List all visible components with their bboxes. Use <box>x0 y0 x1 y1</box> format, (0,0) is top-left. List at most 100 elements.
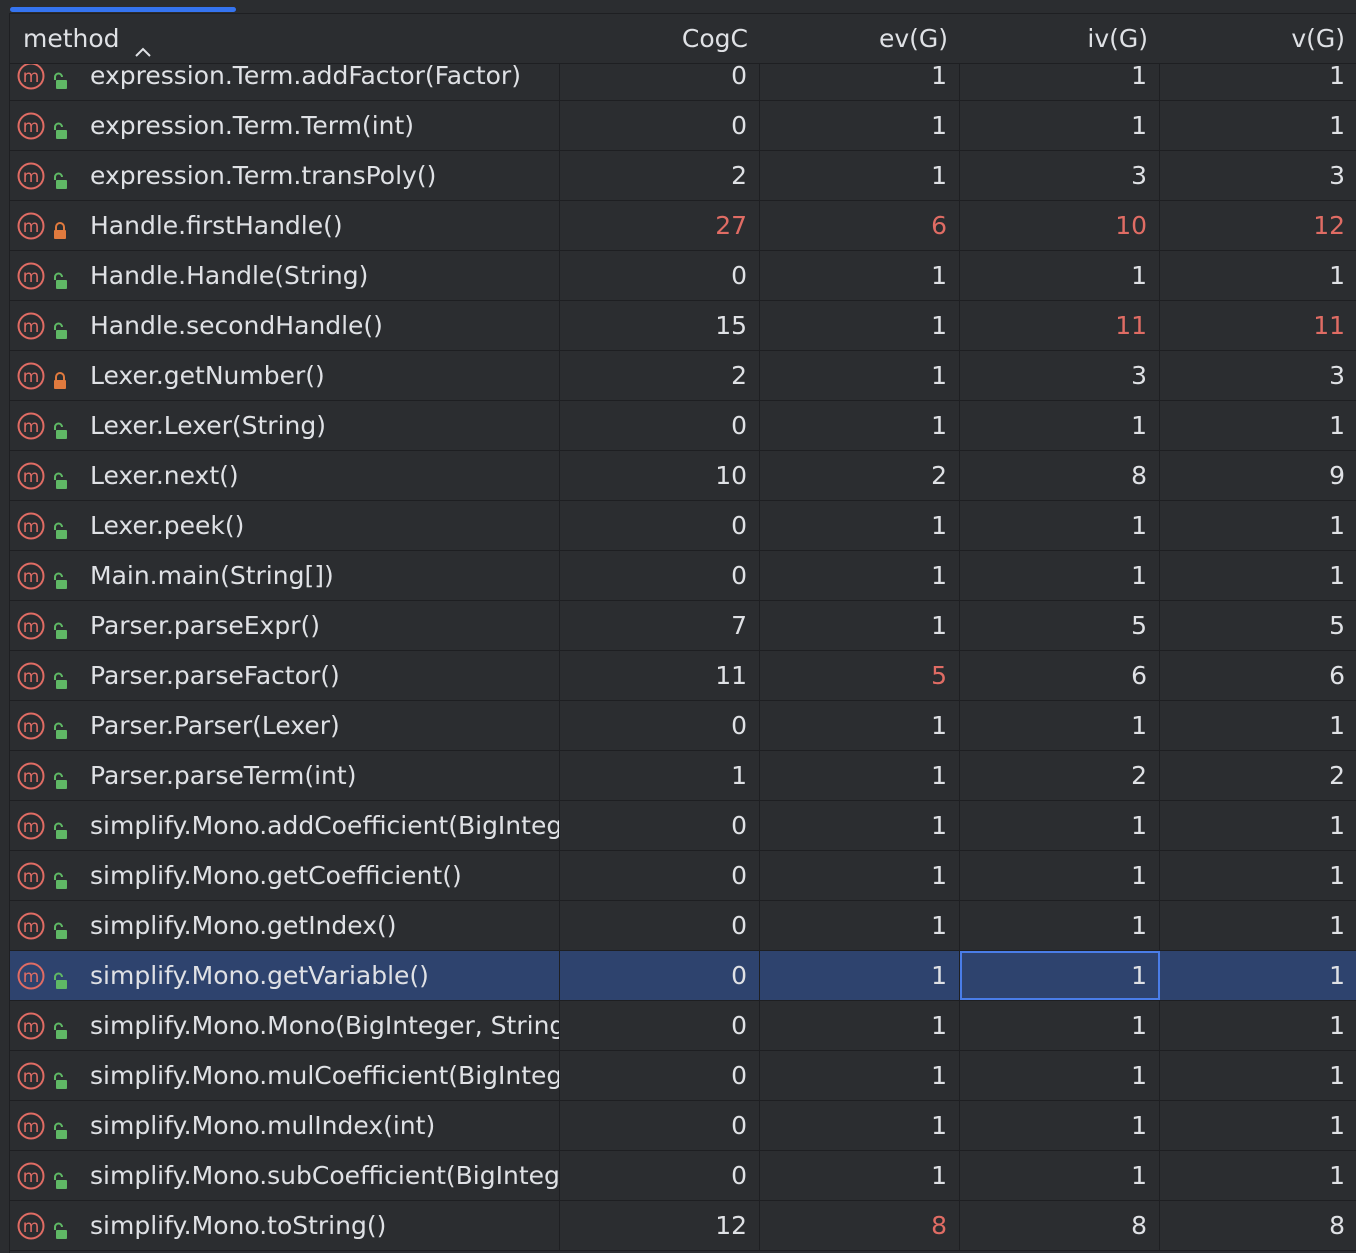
evg-cell[interactable]: 1 <box>760 801 960 850</box>
vg-cell[interactable]: 1 <box>1160 251 1356 300</box>
column-header-method[interactable]: method <box>10 14 560 63</box>
table-row[interactable]: m Handle.secondHandle() 15 1 11 11 <box>10 301 1356 351</box>
table-row[interactable]: m simplify.Mono.getVariable() 0 1 1 1 <box>10 951 1356 1001</box>
evg-cell[interactable]: 5 <box>760 651 960 700</box>
vg-cell[interactable]: 11 <box>1160 301 1356 350</box>
ivg-cell[interactable]: 10 <box>960 201 1160 250</box>
cogc-cell[interactable]: 7 <box>560 601 760 650</box>
cogc-cell[interactable]: 0 <box>560 1101 760 1150</box>
ivg-cell[interactable]: 3 <box>960 351 1160 400</box>
cogc-cell[interactable]: 0 <box>560 801 760 850</box>
vg-cell[interactable]: 1 <box>1160 1001 1356 1050</box>
evg-cell[interactable]: 1 <box>760 151 960 200</box>
method-cell[interactable]: m simplify.Mono.toString() <box>10 1201 560 1250</box>
table-row[interactable]: m Handle.Handle(String) 0 1 1 1 <box>10 251 1356 301</box>
table-row[interactable]: m simplify.Mono.getIndex() 0 1 1 1 <box>10 901 1356 951</box>
vg-cell[interactable]: 1 <box>1160 801 1356 850</box>
cogc-cell[interactable]: 0 <box>560 551 760 600</box>
cogc-cell[interactable]: 2 <box>560 151 760 200</box>
vg-cell[interactable]: 1 <box>1160 901 1356 950</box>
method-cell[interactable]: m Lexer.getNumber() <box>10 351 560 400</box>
cogc-cell[interactable]: 0 <box>560 251 760 300</box>
ivg-cell[interactable]: 1 <box>960 851 1160 900</box>
vg-cell[interactable]: 2 <box>1160 751 1356 800</box>
method-cell[interactable]: m Handle.secondHandle() <box>10 301 560 350</box>
vg-cell[interactable]: 8 <box>1160 1201 1356 1250</box>
evg-cell[interactable]: 1 <box>760 901 960 950</box>
vg-cell[interactable]: 3 <box>1160 151 1356 200</box>
table-row[interactable]: m simplify.Mono.subCoefficient(BigInteg 0 1… <box>10 1151 1356 1201</box>
cogc-cell[interactable]: 0 <box>560 851 760 900</box>
evg-cell[interactable]: 1 <box>760 1001 960 1050</box>
ivg-cell[interactable]: 1 <box>960 401 1160 450</box>
method-cell[interactable]: m simplify.Mono.getCoefficient() <box>10 851 560 900</box>
method-cell[interactable]: m simplify.Mono.mulIndex(int) <box>10 1101 560 1150</box>
evg-cell[interactable]: 1 <box>760 951 960 1000</box>
vg-cell[interactable]: 1 <box>1160 551 1356 600</box>
method-cell[interactable]: m Lexer.peek() <box>10 501 560 550</box>
vg-cell[interactable]: 1 <box>1160 851 1356 900</box>
cogc-cell[interactable]: 1 <box>560 751 760 800</box>
ivg-cell[interactable]: 1 <box>960 551 1160 600</box>
cogc-cell[interactable]: 15 <box>560 301 760 350</box>
evg-cell[interactable]: 2 <box>760 451 960 500</box>
table-row[interactable]: m Parser.Parser(Lexer) 0 1 1 1 <box>10 701 1356 751</box>
evg-cell[interactable]: 1 <box>760 751 960 800</box>
cogc-cell[interactable]: 2 <box>560 351 760 400</box>
column-header-evg[interactable]: ev(G) <box>760 14 960 63</box>
evg-cell[interactable]: 1 <box>760 601 960 650</box>
vg-cell[interactable]: 1 <box>1160 1151 1356 1200</box>
cogc-cell[interactable]: 0 <box>560 501 760 550</box>
method-cell[interactable]: m Parser.Parser(Lexer) <box>10 701 560 750</box>
method-cell[interactable]: m simplify.Mono.getIndex() <box>10 901 560 950</box>
cogc-cell[interactable]: 12 <box>560 1201 760 1250</box>
method-cell[interactable]: m simplify.Mono.Mono(BigInteger, String <box>10 1001 560 1050</box>
table-row[interactable]: m Lexer.peek() 0 1 1 1 <box>10 501 1356 551</box>
method-cell[interactable]: m simplify.Mono.getVariable() <box>10 951 560 1000</box>
ivg-cell[interactable]: 1 <box>960 501 1160 550</box>
method-cell[interactable]: m simplify.Mono.addCoefficient(BigInteg <box>10 801 560 850</box>
table-row[interactable]: m Handle.firstHandle() 27 6 10 12 <box>10 201 1356 251</box>
evg-cell[interactable]: 1 <box>760 701 960 750</box>
evg-cell[interactable]: 1 <box>760 851 960 900</box>
vg-cell[interactable]: 3 <box>1160 351 1356 400</box>
method-cell[interactable]: m Parser.parseExpr() <box>10 601 560 650</box>
method-cell[interactable]: m Parser.parseFactor() <box>10 651 560 700</box>
method-cell[interactable]: m Handle.Handle(String) <box>10 251 560 300</box>
ivg-cell[interactable]: 2 <box>960 751 1160 800</box>
table-row[interactable]: m Main.main(String[]) 0 1 1 1 <box>10 551 1356 601</box>
table-row[interactable]: m Lexer.getNumber() 2 1 3 3 <box>10 351 1356 401</box>
cogc-cell[interactable]: 0 <box>560 951 760 1000</box>
table-row[interactable]: m simplify.Mono.mulIndex(int) 0 1 1 1 <box>10 1101 1356 1151</box>
table-row[interactable]: m simplify.Mono.toString() 12 8 8 8 <box>10 1201 1356 1251</box>
ivg-cell[interactable]: 6 <box>960 651 1160 700</box>
evg-cell[interactable]: 1 <box>760 1051 960 1100</box>
evg-cell[interactable]: 1 <box>760 101 960 150</box>
ivg-cell[interactable]: 8 <box>960 1201 1160 1250</box>
ivg-cell[interactable]: 1 <box>960 251 1160 300</box>
ivg-cell[interactable]: 1 <box>960 901 1160 950</box>
cogc-cell[interactable]: 27 <box>560 201 760 250</box>
column-header-vg[interactable]: v(G) <box>1160 14 1356 63</box>
method-cell[interactable]: m Main.main(String[]) <box>10 551 560 600</box>
ivg-cell[interactable]: 1 <box>960 101 1160 150</box>
method-cell[interactable]: m Parser.parseTerm(int) <box>10 751 560 800</box>
ivg-cell[interactable]: 5 <box>960 601 1160 650</box>
table-row[interactable]: m Lexer.next() 10 2 8 9 <box>10 451 1356 501</box>
method-cell[interactable]: m expression.Term.Term(int) <box>10 101 560 150</box>
method-cell[interactable]: m Handle.firstHandle() <box>10 201 560 250</box>
ivg-cell[interactable]: 3 <box>960 151 1160 200</box>
evg-cell[interactable]: 1 <box>760 301 960 350</box>
method-cell[interactable]: m expression.Term.transPoly() <box>10 151 560 200</box>
vg-cell[interactable]: 1 <box>1160 701 1356 750</box>
ivg-cell[interactable]: 8 <box>960 451 1160 500</box>
evg-cell[interactable]: 1 <box>760 251 960 300</box>
evg-cell[interactable]: 8 <box>760 1201 960 1250</box>
vg-cell[interactable]: 6 <box>1160 651 1356 700</box>
method-cell[interactable]: m Lexer.next() <box>10 451 560 500</box>
horizontal-scroll-indicator[interactable] <box>10 7 236 12</box>
evg-cell[interactable]: 6 <box>760 201 960 250</box>
table-row[interactable]: m simplify.Mono.mulCoefficient(BigInteg 0 1… <box>10 1051 1356 1101</box>
vg-cell[interactable]: 1 <box>1160 1051 1356 1100</box>
table-row[interactable]: m Parser.parseExpr() 7 1 5 5 <box>10 601 1356 651</box>
